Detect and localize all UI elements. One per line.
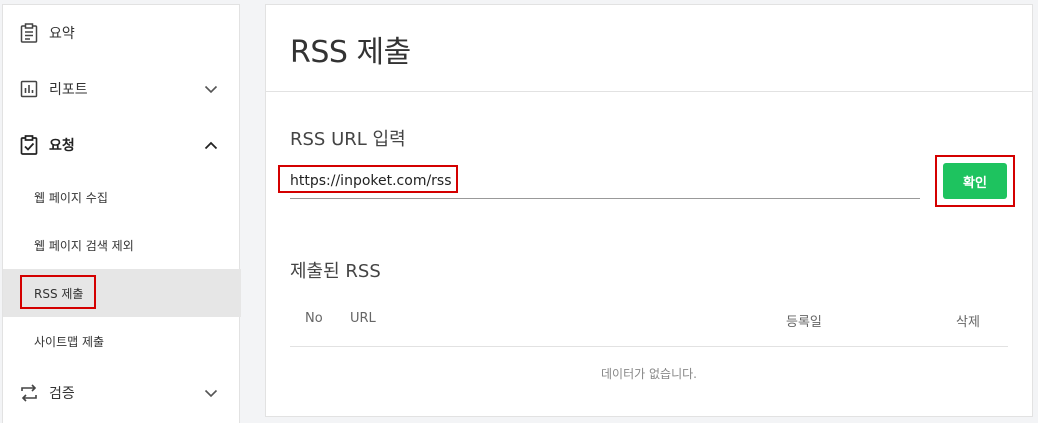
- submitted-rss-label: 제출된 RSS: [290, 261, 381, 282]
- rss-url-input[interactable]: [290, 163, 920, 199]
- empty-table-message: 데이터가 없습니다.: [601, 367, 697, 381]
- sub-item-label: 웹 페이지 수집: [34, 190, 108, 205]
- sub-item-web-page-collect[interactable]: 웹 페이지 수집: [3, 173, 241, 221]
- sub-item-rss-submit[interactable]: RSS 제출: [3, 269, 241, 317]
- sidebar-item-label: 요청: [49, 138, 75, 154]
- sub-item-label: RSS 제출: [34, 286, 84, 301]
- sidebar-item-label: 요약: [49, 26, 75, 42]
- swap-arrows-icon: [18, 382, 40, 404]
- sub-item-web-page-exclude[interactable]: 웹 페이지 검색 제외: [3, 221, 241, 269]
- sidebar-item-verify[interactable]: 검증: [3, 369, 241, 417]
- column-header-date: 등록일: [786, 315, 822, 330]
- column-header-url: URL: [350, 311, 376, 326]
- clipboard-icon: [18, 22, 40, 44]
- confirm-button[interactable]: 확인: [943, 163, 1007, 199]
- clipboard-check-icon: [18, 134, 40, 156]
- sub-item-sitemap-submit[interactable]: 사이트맵 제출: [3, 317, 241, 365]
- sub-item-label: 웹 페이지 검색 제외: [34, 238, 134, 253]
- sidebar-item-label: 검증: [49, 386, 75, 402]
- chevron-down-icon[interactable]: [203, 385, 219, 401]
- sidebar-item-summary[interactable]: 요약: [3, 9, 241, 57]
- highlight-box: 확인: [935, 155, 1015, 207]
- sub-item-label: 사이트맵 제출: [34, 334, 105, 349]
- column-header-delete: 삭제: [956, 315, 980, 330]
- column-header-no: No: [305, 311, 323, 326]
- chevron-down-icon[interactable]: [203, 81, 219, 97]
- chevron-up-icon[interactable]: [203, 137, 219, 153]
- bar-chart-icon: [18, 78, 40, 100]
- page-title: RSS 제출: [290, 35, 411, 70]
- sidebar-item-label: 리포트: [49, 82, 88, 98]
- sidebar: 요약 리포트 요청 웹 페이지 수집 웹 페이지 검색 제외 RSS 제출 사이…: [2, 4, 241, 423]
- sidebar-item-request[interactable]: 요청: [3, 121, 241, 169]
- main-panel: RSS 제출 RSS URL 입력 확인 제출된 RSS No URL 등록일 …: [265, 4, 1033, 417]
- divider: [266, 91, 1032, 92]
- sidebar-item-report[interactable]: 리포트: [3, 65, 241, 113]
- table-header: No URL 등록일 삭제: [290, 303, 1008, 347]
- rss-url-input-label: RSS URL 입력: [290, 129, 406, 150]
